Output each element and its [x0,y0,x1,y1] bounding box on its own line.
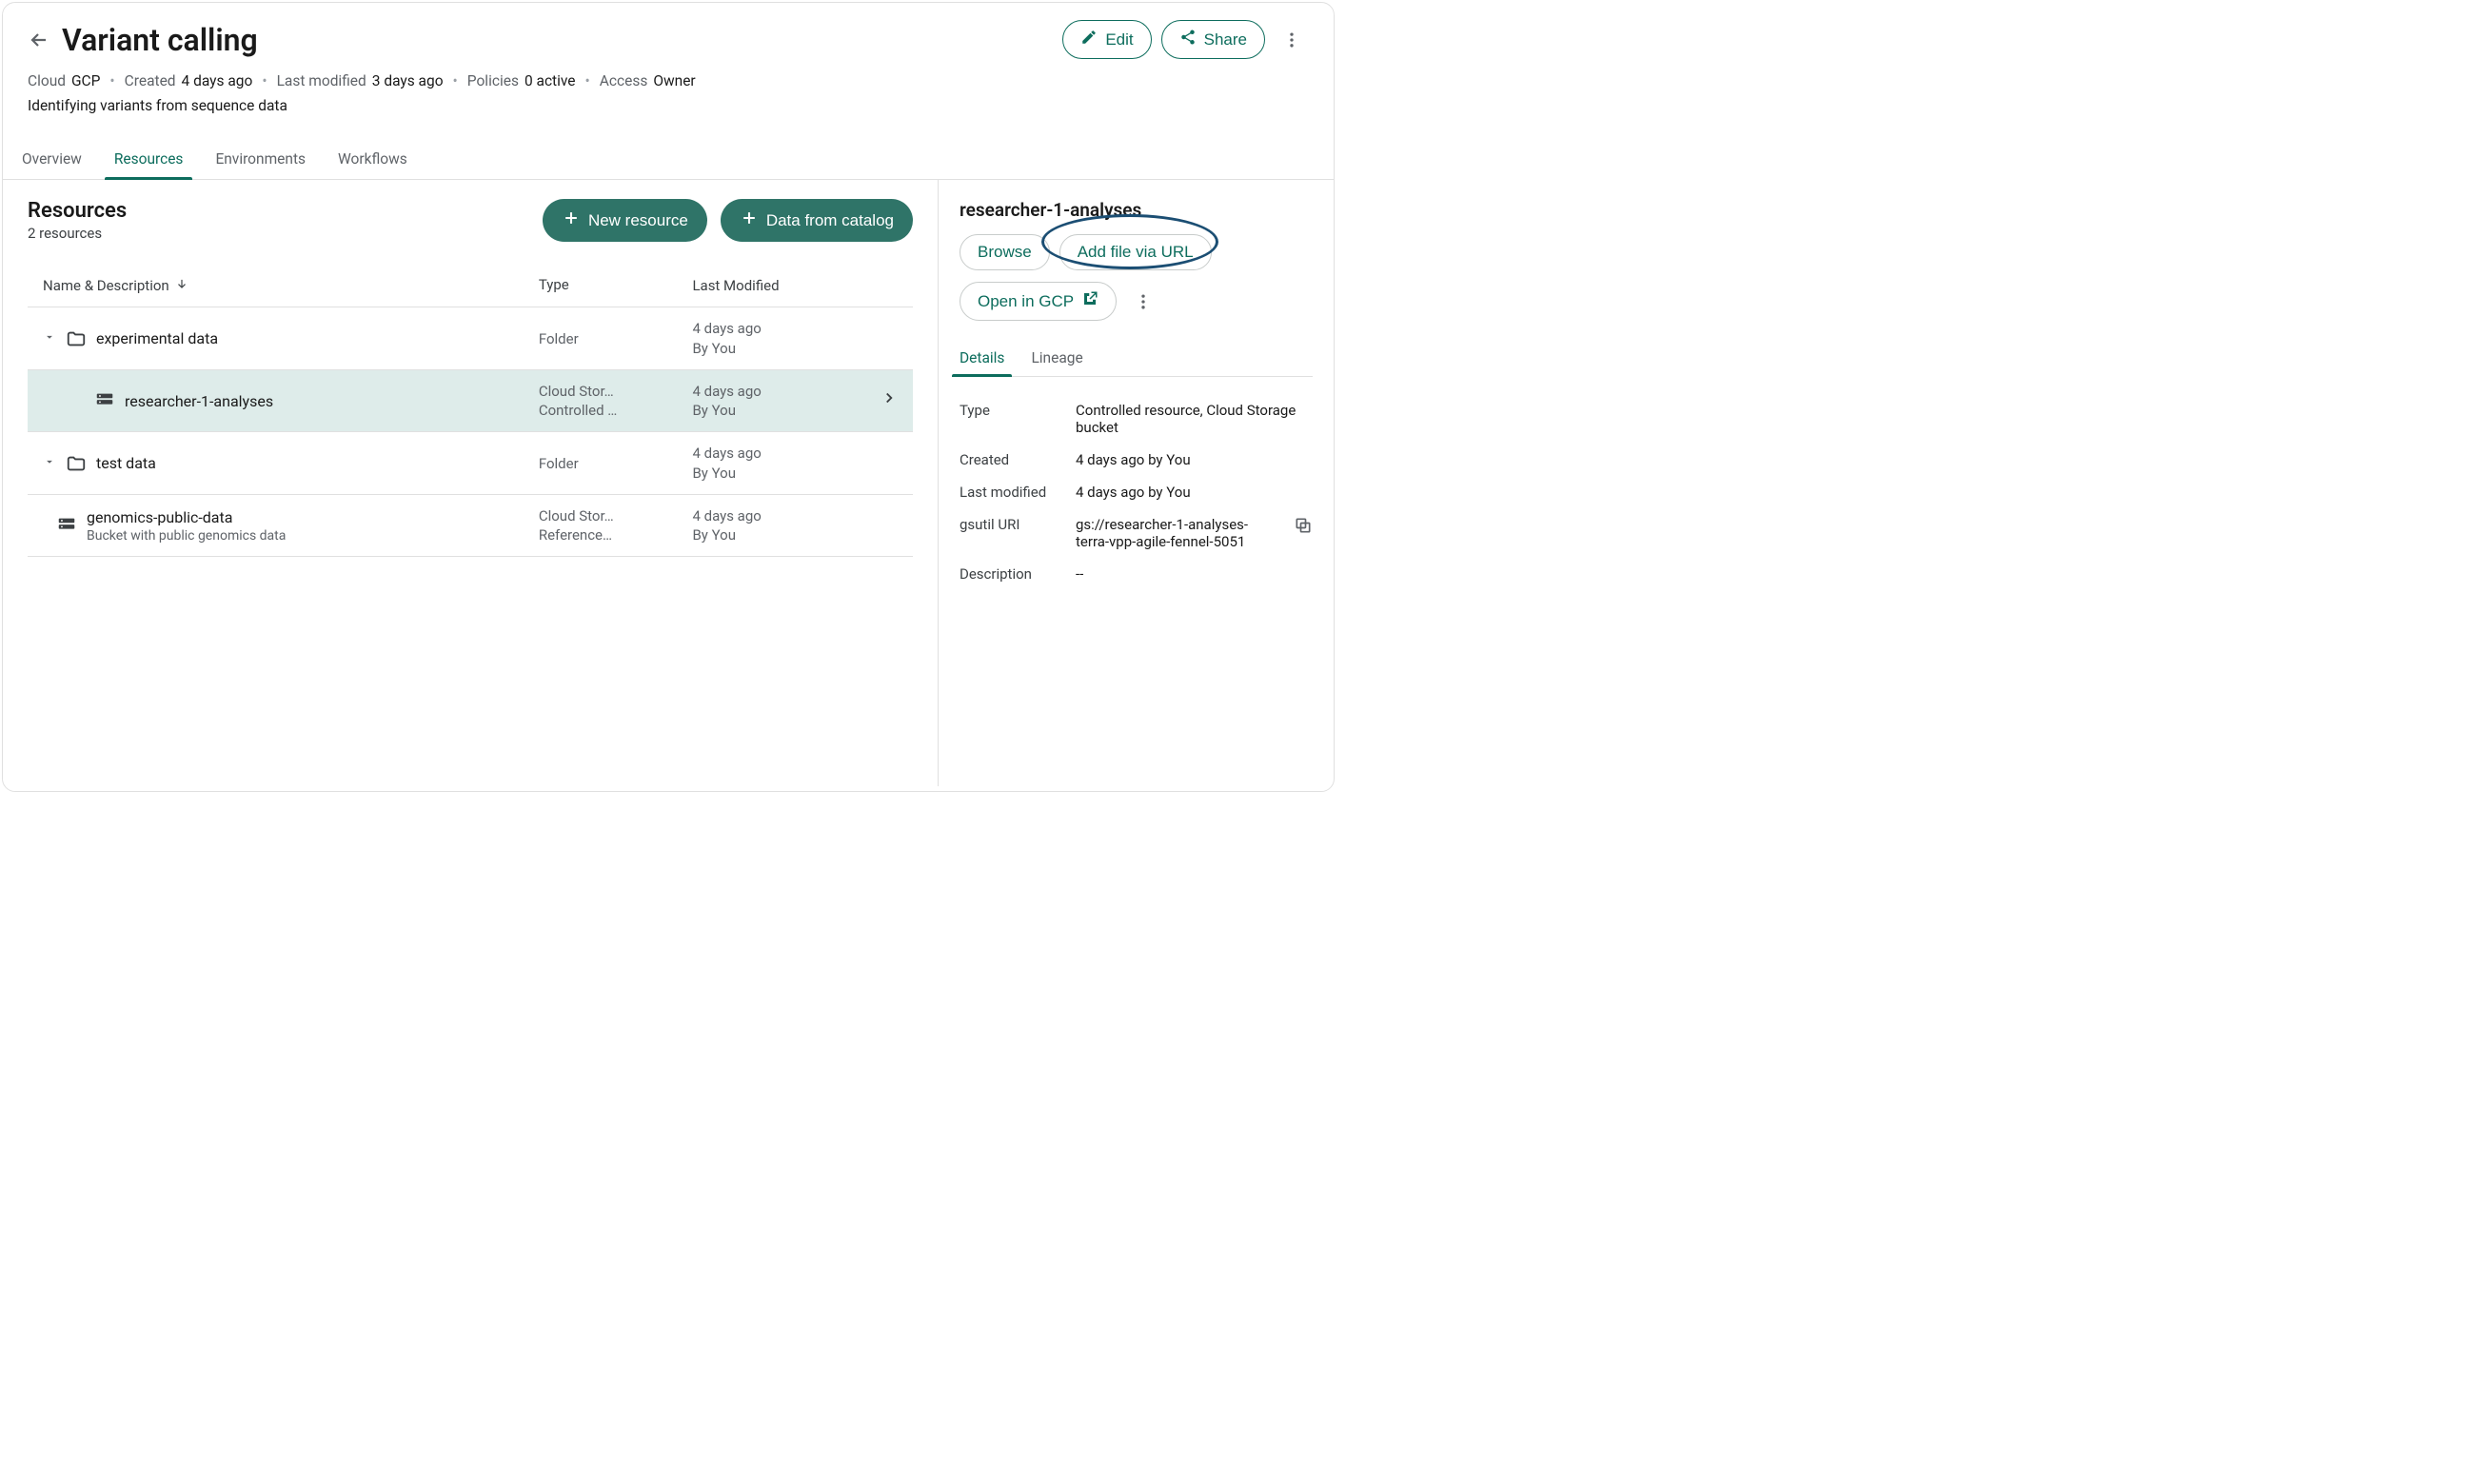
storage-icon [56,515,77,536]
row-modified: 4 days ago [692,506,898,525]
kv-gsutil-value: gs://researcher-1-analyses-terra-vpp-agi… [1076,516,1280,550]
meta-created-value: 4 days ago [182,72,253,89]
meta-policies-label: Policies [467,72,519,89]
resources-count: 2 resources [28,225,127,242]
edit-label: Edit [1105,30,1133,49]
row-by: By You [692,464,898,483]
copy-icon[interactable] [1294,516,1313,550]
share-icon [1179,29,1197,50]
table-row[interactable]: experimental data Folder 4 days ago By Y… [28,307,913,370]
detail-more-menu-button[interactable] [1126,285,1160,319]
folder-icon [66,453,87,474]
detail-tab-lineage[interactable]: Lineage [1031,342,1082,376]
tab-overview[interactable]: Overview [22,141,82,179]
caret-down-icon[interactable] [43,455,56,472]
edit-button[interactable]: Edit [1062,20,1151,59]
plus-icon [562,208,581,232]
row-by: By You [692,401,881,420]
kv-description-label: Description [960,565,1062,583]
meta-modified-value: 3 days ago [372,72,444,89]
meta-access-value: Owner [653,72,695,89]
share-label: Share [1204,30,1247,49]
table-row[interactable]: researcher-1-analyses Cloud Stor… Contro… [28,370,913,433]
more-menu-button[interactable] [1275,23,1309,57]
tab-workflows[interactable]: Workflows [338,141,407,179]
table-row[interactable]: test data Folder 4 days ago By You [28,432,913,495]
meta-access-label: Access [600,72,648,89]
tab-environments[interactable]: Environments [215,141,306,179]
plus-icon [740,208,759,232]
kv-type-value: Controlled resource, Cloud Storage bucke… [1076,402,1313,436]
folder-icon [66,328,87,349]
row-modified: 4 days ago [692,382,881,401]
external-link-icon [1081,290,1098,312]
row-name: researcher-1-analyses [125,392,273,410]
caret-down-icon[interactable] [43,330,56,347]
meta-policies-value: 0 active [524,72,576,89]
kv-modified-value: 4 days ago by You [1076,484,1313,501]
column-header-type[interactable]: Type [539,276,693,295]
new-resource-label: New resource [588,211,688,230]
kv-created-value: 4 days ago by You [1076,451,1313,468]
data-from-catalog-button[interactable]: Data from catalog [721,199,913,242]
kv-type-label: Type [960,402,1062,436]
row-type-1: Cloud Stor… [539,382,693,401]
chevron-right-icon [881,389,898,411]
row-by: By You [692,339,898,358]
detail-tab-details[interactable]: Details [960,342,1004,376]
sort-down-icon [175,277,188,294]
table-header: Name & Description Type Last Modified [28,265,913,307]
kv-created-label: Created [960,451,1062,468]
kv-description-value: -- [1076,565,1313,583]
meta-created-label: Created [125,72,176,89]
row-type: Folder [539,330,693,347]
resources-heading: Resources [28,199,127,223]
row-modified: 4 days ago [692,444,898,463]
pencil-icon [1080,29,1098,50]
row-type-2: Controlled … [539,401,693,420]
kv-modified-label: Last modified [960,484,1062,501]
share-button[interactable]: Share [1161,20,1265,59]
row-type-1: Cloud Stor… [539,506,693,525]
workspace-description: Identifying variants from sequence data [28,97,1309,114]
row-name: genomics-public-data [87,508,286,526]
add-file-via-url-button[interactable]: Add file via URL [1059,234,1212,270]
kv-gsutil-label: gsutil URI [960,516,1062,550]
row-description: Bucket with public genomics data [87,528,286,544]
row-name: test data [96,454,156,472]
meta-cloud-label: Cloud [28,72,66,89]
row-type: Folder [539,455,693,472]
detail-title: researcher-1-analyses [960,199,1313,221]
open-in-gcp-button[interactable]: Open in GCP [960,282,1117,321]
meta-cloud-value: GCP [71,72,100,89]
back-arrow-icon[interactable] [28,29,50,51]
browse-button[interactable]: Browse [960,234,1050,270]
storage-icon [94,390,115,411]
data-from-catalog-label: Data from catalog [766,211,894,230]
meta-row: Cloud GCP • Created 4 days ago • Last mo… [28,72,1309,89]
row-modified: 4 days ago [692,319,898,338]
column-header-modified[interactable]: Last Modified [692,276,898,295]
page-title: Variant calling [62,22,258,58]
row-name: experimental data [96,329,218,347]
row-by: By You [692,525,898,544]
meta-modified-label: Last modified [277,72,366,89]
row-type-2: Reference… [539,525,693,544]
table-row[interactable]: genomics-public-data Bucket with public … [28,495,913,558]
new-resource-button[interactable]: New resource [543,199,707,242]
tab-resources[interactable]: Resources [114,141,184,179]
column-header-name[interactable]: Name & Description [43,276,539,295]
